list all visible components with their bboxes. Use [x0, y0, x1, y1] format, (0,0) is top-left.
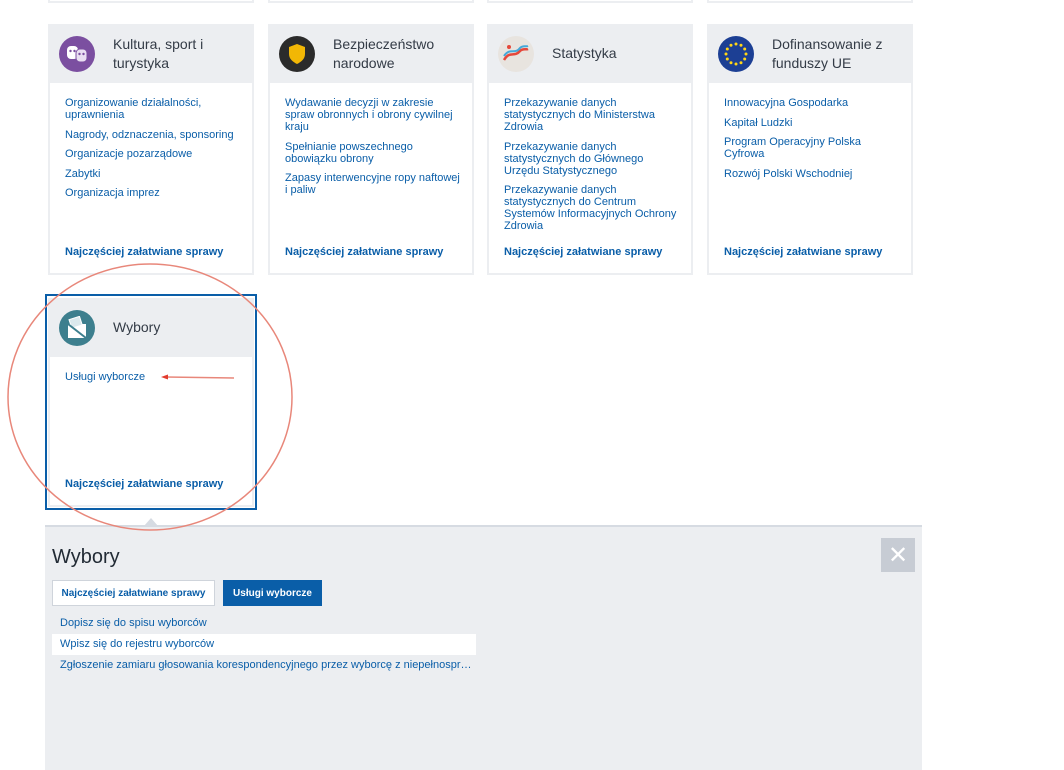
card-top-strip [268, 0, 474, 3]
tab-najczesciej[interactable]: Najczęściej załatwiane sprawy [52, 580, 215, 606]
list-item[interactable]: Zgłoszenie zamiaru głosowania koresponde… [52, 655, 476, 676]
card-link[interactable]: Nagrody, odznaczenia, sponsoring [65, 129, 240, 141]
card-header[interactable]: Wybory [50, 298, 252, 357]
card-link[interactable]: Program Operacyjny Polska Cyfrowa [724, 136, 899, 160]
tab-uslugi-wyborcze[interactable]: Usługi wyborcze [223, 580, 322, 606]
card-link[interactable]: Zabytki [65, 168, 240, 180]
detail-panel: Wybory ✕ Najczęściej załatwiane sprawy U… [45, 525, 922, 770]
list-item[interactable]: Wpisz się do rejestru wyborców [52, 634, 476, 655]
card-footer-link[interactable]: Najczęściej załatwiane sprawy [504, 246, 662, 258]
eu-flag-icon [718, 35, 754, 72]
card-footer-link[interactable]: Najczęściej załatwiane sprawy [724, 246, 882, 258]
card-title: Bezpieczeństwo narodowe [333, 35, 435, 71]
card-link[interactable]: Usługi wyborcze [65, 371, 240, 383]
ballot-box-icon [59, 309, 95, 346]
category-card-fundusze-ue[interactable]: Dofinansowanie z funduszy UE Innowacyjna… [707, 24, 913, 275]
category-card-wybory[interactable]: Wybory Usługi wyborcze Najczęściej załat… [48, 298, 254, 507]
card-link[interactable]: Innowacyjna Gospodarka [724, 97, 899, 109]
card-link[interactable]: Organizowanie działalności, uprawnienia [65, 97, 240, 121]
category-card-kultura[interactable]: Kultura, sport i turystyka Organizowanie… [48, 24, 254, 275]
card-link[interactable]: Rozwój Polski Wschodniej [724, 168, 899, 180]
card-top-strip [487, 0, 693, 3]
category-card-bezpieczenstwo[interactable]: Bezpieczeństwo narodowe Wydawanie decyzj… [268, 24, 474, 275]
card-footer-link[interactable]: Najczęściej załatwiane sprawy [285, 246, 443, 258]
card-top-strip [48, 0, 254, 3]
card-link[interactable]: Spełnianie powszechnego obowiązku obrony [285, 141, 460, 165]
card-header[interactable]: Statystyka [489, 24, 691, 83]
category-card-statystyka[interactable]: Statystyka Przekazywanie danych statysty… [487, 24, 693, 275]
card-title: Wybory [113, 319, 161, 335]
card-link[interactable]: Przekazywanie danych statystycznych do M… [504, 97, 679, 133]
card-top-strip [707, 0, 913, 3]
card-title: Kultura, sport i turystyka [113, 35, 204, 71]
chart-lines-icon [498, 35, 534, 72]
card-title: Dofinansowanie z funduszy UE [772, 35, 883, 71]
close-button[interactable]: ✕ [881, 538, 915, 572]
theater-masks-icon [59, 35, 95, 72]
card-header[interactable]: Bezpieczeństwo narodowe [270, 24, 472, 83]
card-link[interactable]: Kapitał Ludzki [724, 117, 899, 129]
card-footer-link[interactable]: Najczęściej załatwiane sprawy [65, 246, 223, 258]
card-link[interactable]: Wydawanie decyzji w zakresie spraw obron… [285, 97, 460, 133]
service-list: Dopisz się do spisu wyborców Wpisz się d… [52, 613, 476, 676]
card-title: Statystyka [552, 45, 617, 61]
card-link[interactable]: Zapasy interwencyjne ropy naftowej i pal… [285, 172, 460, 196]
card-link[interactable]: Organizacja imprez [65, 187, 240, 199]
card-link[interactable]: Organizacje pozarządowe [65, 148, 240, 160]
card-footer-link[interactable]: Najczęściej załatwiane sprawy [65, 478, 223, 490]
shield-icon [279, 35, 315, 72]
panel-title: Wybory [52, 546, 120, 568]
card-header[interactable]: Kultura, sport i turystyka [50, 24, 252, 83]
list-item[interactable]: Dopisz się do spisu wyborców [52, 613, 476, 634]
card-link[interactable]: Przekazywanie danych statystycznych do C… [504, 184, 679, 232]
card-header[interactable]: Dofinansowanie z funduszy UE [709, 24, 911, 83]
card-link[interactable]: Przekazywanie danych statystycznych do G… [504, 141, 679, 177]
